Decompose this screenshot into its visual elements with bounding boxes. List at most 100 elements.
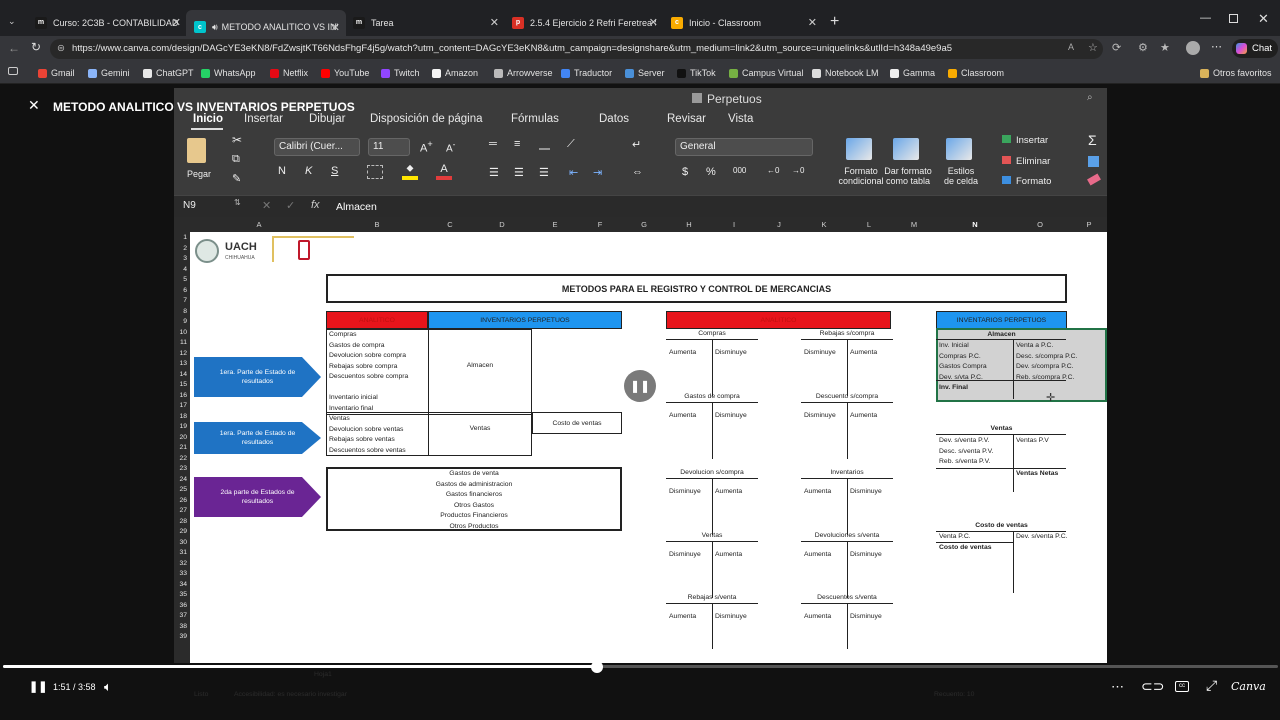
align-middle-icon[interactable]: ≡ [514, 138, 520, 150]
ribbon-tab-7[interactable]: Vista [728, 113, 753, 125]
tab-search-icon[interactable]: ⌄ [8, 16, 16, 27]
font-style-button[interactable]: N [278, 165, 286, 177]
styles-button-2[interactable]: Estilos de celda [936, 138, 986, 188]
increase-font-icon[interactable]: A+ [420, 139, 433, 155]
browser-tab[interactable]: p 2.5.4 Ejercicio 2 Refri Feretrea S.A ✕ [504, 10, 664, 35]
cancel-entry-icon[interactable]: ✕ [262, 199, 271, 212]
row-header[interactable]: 19 [179, 423, 187, 430]
row-header[interactable]: 14 [179, 371, 187, 378]
ribbon-tab-2[interactable]: Dibujar [309, 113, 345, 125]
row-header[interactable]: 26 [179, 497, 187, 504]
row-header[interactable]: 8 [183, 308, 187, 315]
row-header[interactable]: 24 [179, 476, 187, 483]
orientation-icon[interactable]: ⟋ [567, 138, 575, 151]
column-header[interactable]: M [911, 220, 917, 229]
reload-icon[interactable]: ↻ [31, 40, 41, 54]
tab-close-icon[interactable]: ✕ [649, 16, 658, 29]
site-info-icon[interactable]: ⊜ [57, 39, 65, 59]
column-header[interactable]: O [1037, 220, 1043, 229]
bookmark-traductor[interactable]: Traductor [561, 66, 612, 80]
tab-close-icon[interactable]: ✕ [172, 16, 181, 29]
wrap-text-icon[interactable]: ↵ [632, 138, 641, 151]
row-header[interactable]: 20 [179, 434, 187, 441]
number-format-button[interactable]: $ [682, 166, 688, 178]
row-header[interactable]: 31 [179, 549, 187, 556]
bookmark-tiktok[interactable]: TikTok [677, 66, 716, 80]
cells-0-button[interactable]: Insertar [1002, 135, 1048, 148]
bookmark-notebook-lm[interactable]: Notebook LM [812, 66, 879, 80]
bookmark-server[interactable]: Server [625, 66, 665, 80]
decrease-font-icon[interactable]: A- [446, 139, 455, 154]
worksheet[interactable]: UACH CHIHUAHUA METODOS PARA EL REGISTRO … [190, 232, 1107, 663]
name-box[interactable]: N9 [183, 200, 196, 211]
search-icon[interactable]: ⌕ [1087, 92, 1093, 103]
row-header[interactable]: 3 [183, 255, 187, 262]
back-icon[interactable]: ← [8, 41, 20, 55]
font-size-select[interactable]: 11 [368, 138, 410, 156]
captions-icon[interactable]: cc [1175, 681, 1189, 692]
increase-indent-icon[interactable]: ⇥ [593, 166, 602, 179]
more-menu-icon[interactable]: ⋯ [1211, 40, 1222, 53]
copilot-chat-button[interactable]: Chat [1232, 39, 1279, 58]
row-header[interactable]: 11 [180, 339, 187, 346]
cells-2-button[interactable]: Formato [1002, 176, 1051, 189]
styles-button-0[interactable]: Formato condicional [836, 138, 886, 188]
decrease-indent-icon[interactable]: ⇤ [569, 166, 578, 179]
row-header[interactable]: 13 [179, 360, 187, 367]
row-header[interactable]: 10 [179, 329, 187, 336]
ribbon-tab-0[interactable]: Inicio [193, 113, 223, 125]
row-header[interactable]: 23 [179, 465, 187, 472]
bookmark-classroom[interactable]: Classroom [948, 66, 1004, 80]
row-header[interactable]: 35 [179, 591, 187, 598]
row-header[interactable]: 22 [179, 455, 187, 462]
cut-icon[interactable]: ✂ [232, 133, 242, 147]
confirm-entry-icon[interactable]: ✓ [286, 199, 295, 212]
column-header[interactable]: K [821, 220, 826, 229]
tab-close-icon[interactable]: ✕ [331, 21, 340, 34]
bookmark-gmail[interactable]: Gmail [38, 66, 75, 80]
row-header[interactable]: 7 [183, 297, 187, 304]
align-right-icon[interactable]: ☰ [539, 166, 549, 179]
favorite-star-icon[interactable]: ☆ [1088, 41, 1098, 54]
new-tab-button[interactable]: + [830, 13, 839, 31]
row-header[interactable]: 27 [179, 507, 187, 514]
align-center-icon[interactable]: ☰ [514, 166, 524, 179]
bookmark-amazon[interactable]: Amazon [432, 66, 478, 80]
column-header[interactable]: G [641, 220, 647, 229]
minimize-button[interactable]: — [1200, 12, 1211, 24]
styles-button-1[interactable]: Dar formato como tabla [883, 138, 933, 188]
bookmark-arrowverse[interactable]: Arrowverse [494, 66, 553, 80]
ribbon-tab-3[interactable]: Disposición de página [370, 113, 483, 125]
favorites-icon[interactable]: ★ [1160, 41, 1170, 54]
row-header[interactable]: 38 [179, 623, 187, 630]
cells-1-button[interactable]: Eliminar [1002, 156, 1050, 169]
borders-icon[interactable] [367, 165, 383, 179]
column-header[interactable]: C [447, 220, 452, 229]
refresh-extension-icon[interactable]: ⟳ [1112, 41, 1121, 54]
fill-color-icon[interactable]: ⬥ [402, 163, 418, 180]
bookmark-whatsapp[interactable]: WhatsApp [201, 66, 256, 80]
video-frame[interactable]: Perpetuos ⌕ Inicio Insertar Dibujar Disposi… [174, 88, 1107, 663]
close-window-button[interactable]: ✕ [1258, 11, 1269, 27]
row-header[interactable]: 32 [179, 560, 187, 567]
row-header[interactable]: 18 [179, 413, 187, 420]
number-format-button[interactable]: 000 [733, 166, 746, 175]
column-header[interactable]: J [777, 220, 781, 229]
bookmark-youtube[interactable]: YouTube [321, 66, 369, 80]
column-header[interactable]: E [552, 220, 557, 229]
bookmark-twitch[interactable]: Twitch [381, 66, 420, 80]
fullscreen-icon[interactable]: ⤢ [1206, 677, 1217, 694]
row-header[interactable]: 37 [179, 612, 187, 619]
ribbon-tab-4[interactable]: Fórmulas [511, 113, 559, 125]
address-bar[interactable]: ⊜ https://www.canva.com/design/DAGcYE3eKN… [50, 39, 1103, 59]
read-aloud-icon[interactable]: A [1068, 42, 1074, 52]
increase-decimal-icon[interactable]: ←0 [767, 166, 779, 175]
font-name-select[interactable]: Calibri (Cuer... [274, 138, 360, 156]
copy-icon[interactable]: ⧉ [232, 153, 240, 166]
profile-avatar[interactable] [1186, 41, 1200, 55]
row-header[interactable]: 39 [179, 633, 187, 640]
row-header[interactable]: 17 [179, 402, 187, 409]
paste-button[interactable]: Pegar [184, 138, 216, 182]
column-header[interactable]: A [256, 220, 261, 229]
extensions-icon[interactable]: ⚙ [1138, 41, 1148, 54]
